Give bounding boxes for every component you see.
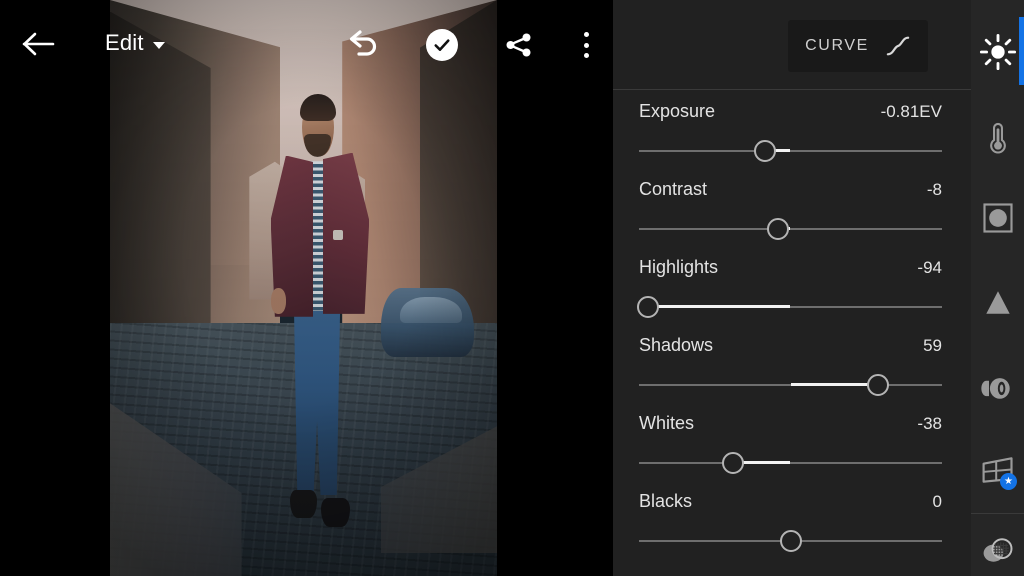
slider-row-whites: Whites -38 [613,402,971,480]
more-options-button[interactable] [578,29,594,61]
photo-preview[interactable] [110,0,497,576]
sidebar-item-healing[interactable] [971,524,1024,576]
detail-triangle-icon [985,291,1010,314]
tone-curve-icon [886,36,910,56]
slider-label: Contrast [639,179,708,199]
edit-title-dropdown[interactable]: Edit [105,30,165,56]
more-vertical-icon-dot-1 [583,32,589,37]
thermometer-icon [989,122,1006,154]
sidebar-item-optics[interactable] [971,362,1024,414]
slider-thumb[interactable] [721,452,744,474]
more-vertical-icon-dot-3 [583,53,589,58]
slider-thumb[interactable] [766,218,789,240]
page-title: Edit [105,30,144,55]
back-button[interactable] [22,29,56,59]
slider-label: Shadows [639,335,714,355]
slider-value: -8 [926,180,942,199]
curve-button[interactable]: CURVE [788,20,928,72]
sidebar-selection-indicator [1019,17,1024,85]
check-icon [434,39,450,51]
effects-icon [982,203,1013,233]
confirm-button[interactable] [426,29,458,61]
sidebar-item-detail[interactable] [971,277,1024,329]
slider-thumb[interactable] [754,140,777,162]
premium-star-badge: ★ [1000,473,1017,490]
sidebar-item-geometry[interactable]: ★ [971,444,1024,496]
slider-row-blacks: Blacks 0 [613,480,971,558]
slider-control[interactable] [639,218,942,240]
slider-control[interactable] [637,296,942,318]
more-vertical-icon-dot-2 [583,42,589,48]
slider-header: Blacks 0 [639,491,942,512]
slider-header: Contrast -8 [639,179,942,200]
healing-brush-icon [983,538,1012,562]
slider-control[interactable] [639,452,942,474]
back-arrow-icon [22,32,55,56]
slider-header: Highlights -94 [639,257,942,278]
slider-thumb[interactable] [866,374,889,396]
light-sliders-list: Exposure -0.81EV Contrast -8 Highlights -94 Sh… [613,90,971,558]
sidebar-divider [971,513,1024,514]
slider-label: Blacks [639,491,693,511]
curve-button-label: CURVE [805,37,869,54]
slider-header: Exposure -0.81EV [639,101,942,122]
share-icon [506,33,531,57]
slider-value: -94 [917,258,942,277]
slider-control[interactable] [639,374,942,396]
sidebar-item-color[interactable] [971,111,1024,163]
sun-icon [979,33,1016,71]
slider-thumb[interactable] [637,296,660,318]
slider-value: -0.81EV [880,102,942,121]
slider-fill [648,305,791,308]
photo-area: Edit [0,0,613,576]
slider-header: Shadows 59 [639,335,942,356]
slider-control[interactable] [639,530,942,552]
sidebar-item-effects[interactable] [971,192,1024,244]
slider-track[interactable] [639,150,942,152]
slider-fill [790,383,878,386]
slider-header: Whites -38 [639,413,942,434]
slider-control[interactable] [639,140,942,162]
undo-button[interactable] [345,27,381,61]
slider-value: 59 [923,336,942,355]
slider-value: -38 [917,414,942,433]
slider-track[interactable] [639,462,942,464]
slider-row-highlights: Highlights -94 [613,246,971,324]
slider-value: 0 [932,492,942,511]
slider-label: Exposure [639,101,716,121]
undo-icon [349,30,377,56]
tools-sidebar: ★ [971,0,1024,576]
slider-row-exposure: Exposure -0.81EV [613,90,971,168]
panel-header: CURVE [613,0,971,89]
sidebar-item-light[interactable] [971,26,1024,78]
slider-row-contrast: Contrast -8 [613,168,971,246]
slider-label: Whites [639,413,695,433]
chevron-down-icon [152,41,165,49]
lens-icon [980,378,1010,399]
share-button[interactable] [503,29,535,61]
slider-thumb[interactable] [779,530,802,552]
slider-row-shadows: Shadows 59 [613,324,971,402]
slider-track[interactable] [639,228,942,230]
slider-label: Highlights [639,257,719,277]
photo-layer-vignette [110,0,497,576]
edit-panel: CURVE Exposure -0.81EV Contrast -8 Highlight… [613,0,971,576]
